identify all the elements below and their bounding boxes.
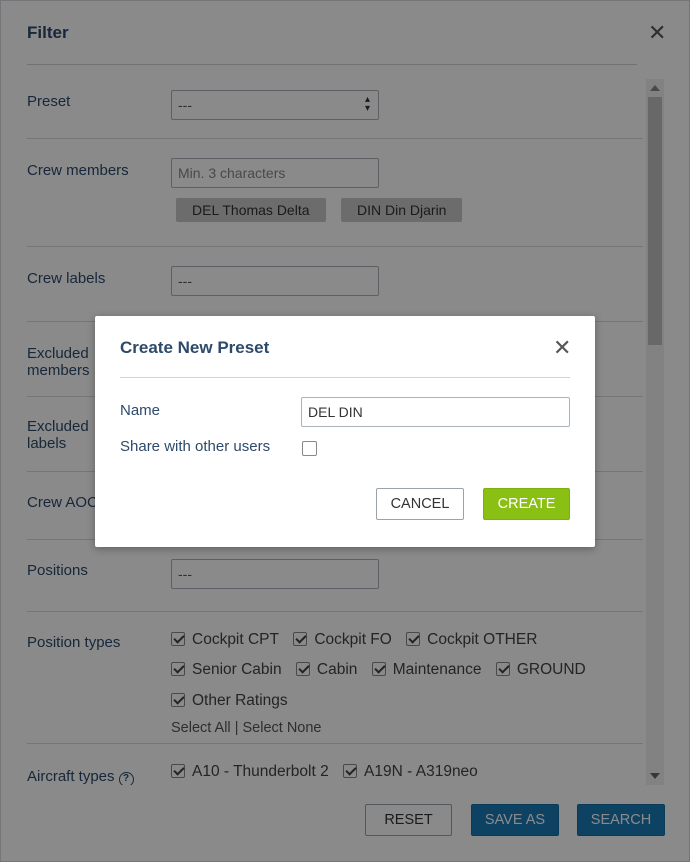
create-button[interactable]: CREATE — [483, 488, 570, 520]
share-checkbox[interactable] — [302, 441, 317, 456]
dialog-close-icon[interactable]: ✕ — [553, 337, 571, 359]
share-label: Share with other users — [120, 438, 271, 455]
create-preset-dialog: Create New Preset ✕ Name DEL DIN Share w… — [95, 316, 595, 547]
preset-name-input[interactable]: DEL DIN — [301, 397, 570, 427]
name-label: Name — [120, 402, 161, 419]
dialog-divider — [120, 377, 570, 378]
cancel-button[interactable]: CANCEL — [376, 488, 464, 520]
dialog-title: Create New Preset — [120, 338, 270, 357]
